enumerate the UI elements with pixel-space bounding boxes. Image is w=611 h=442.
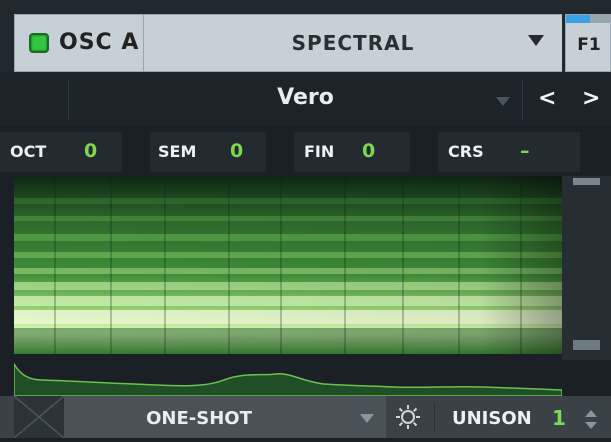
chevron-right-icon[interactable]: > (582, 86, 600, 111)
octave-label: OCT (10, 142, 47, 161)
chevron-left-icon[interactable]: < (538, 86, 556, 111)
oscillator-toggle[interactable]: OSC A (14, 14, 144, 72)
coarse-label: CRS (448, 142, 484, 161)
unison-increment-icon[interactable] (585, 410, 597, 417)
playback-mode-label: ONE-SHOT (146, 408, 252, 429)
oscillator-type-dropdown[interactable]: SPECTRAL (144, 14, 562, 72)
scrollbar-thumb[interactable] (573, 340, 600, 350)
coarse-value[interactable]: – (520, 140, 530, 162)
filter-tab-label: F1 (577, 35, 601, 55)
filter-route-tab[interactable]: F1 (565, 14, 611, 72)
fine-param[interactable]: FIN 0 (294, 132, 410, 172)
fine-value[interactable]: 0 (362, 140, 375, 162)
oscillator-name: OSC A (59, 30, 140, 55)
unison-voices-value[interactable]: 1 (552, 406, 566, 430)
semitone-value[interactable]: 0 (230, 140, 243, 162)
waveform-overview (13, 356, 563, 397)
wavetable-position-scrollbar[interactable] (562, 176, 611, 360)
oscillator-disabled-slot (13, 395, 65, 439)
oscillator-type-label: SPECTRAL (291, 31, 415, 55)
gear-icon[interactable] (395, 404, 421, 430)
octave-param[interactable]: OCT 0 (0, 132, 122, 172)
playback-mode-dropdown[interactable]: ONE-SHOT (64, 396, 386, 438)
semitone-param[interactable]: SEM 0 (150, 132, 266, 172)
oscillator-enable-led[interactable] (29, 33, 49, 53)
spectral-wavetable-display[interactable] (14, 176, 562, 354)
octave-value[interactable]: 0 (84, 140, 97, 162)
semitone-label: SEM (158, 142, 197, 161)
unison-label: UNISON (452, 408, 532, 429)
scrollbar-top-marker[interactable] (573, 178, 600, 185)
wavetable-name[interactable]: Vero (0, 85, 611, 110)
coarse-param[interactable]: CRS – (438, 132, 580, 172)
unison-decrement-icon[interactable] (585, 422, 597, 429)
wavetable-caret-down-icon[interactable] (496, 97, 510, 106)
divider (522, 80, 523, 120)
caret-down-icon (360, 414, 374, 423)
fine-label: FIN (304, 142, 335, 161)
caret-down-icon (528, 35, 544, 46)
filter-tab-accent-secondary (590, 15, 611, 23)
divider (434, 402, 435, 432)
